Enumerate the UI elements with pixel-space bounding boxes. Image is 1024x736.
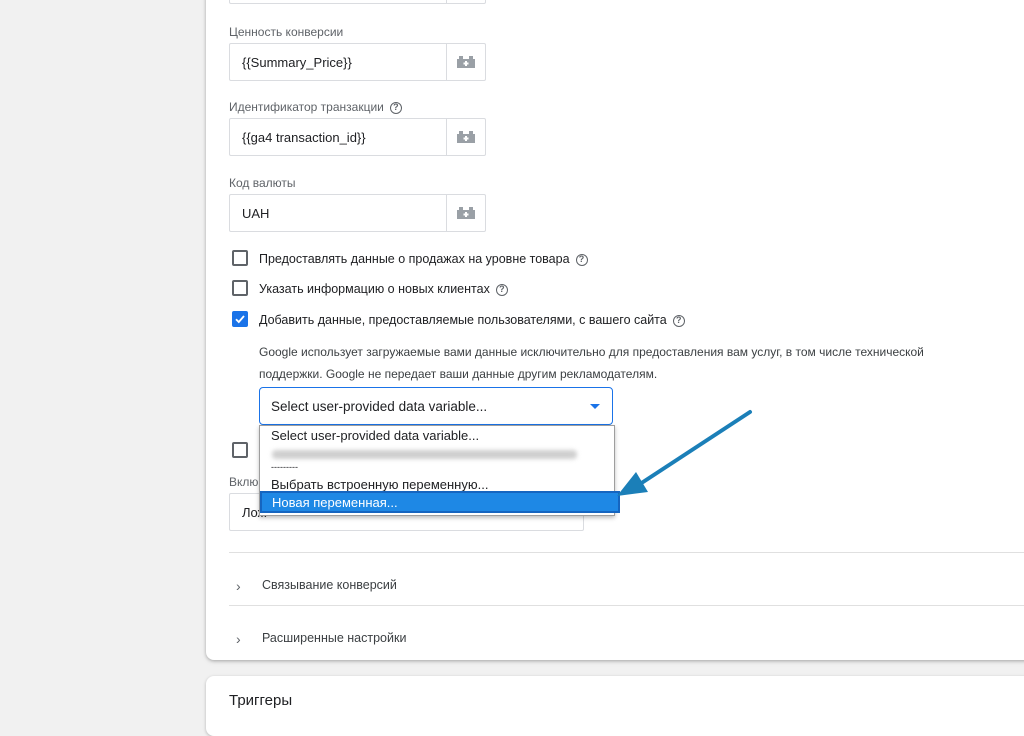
variable-picker-button[interactable] [446, 0, 485, 3]
hidden-checkbox[interactable] [232, 442, 248, 458]
help-icon[interactable]: ? [495, 283, 508, 296]
section-conversion-linking[interactable]: › Связывание конверсий [229, 566, 1019, 606]
variable-lego-icon [457, 207, 475, 219]
product-sales-data-checkbox[interactable] [232, 250, 248, 266]
option-separator: --------- [271, 462, 298, 472]
variable-lego-icon [457, 131, 475, 143]
select-option-new-variable[interactable]: Новая переменная... [260, 491, 620, 513]
dropdown-caret-icon [590, 404, 600, 409]
section-label: Связывание конверсий [262, 578, 397, 592]
section-label: Расширенные настройки [262, 631, 407, 645]
section-advanced-settings[interactable]: › Расширенные настройки [229, 619, 1019, 659]
conversion-value-input[interactable]: {{Summary_Price}} [229, 43, 486, 81]
new-customer-checkbox[interactable] [232, 280, 248, 296]
chevron-right-icon: › [236, 578, 241, 594]
triggers-card[interactable]: Триггеры [206, 676, 1024, 736]
checkmark-icon [235, 315, 245, 324]
chevron-right-icon: › [236, 631, 241, 647]
transaction-id-text: {{ga4 transaction_id}} [242, 130, 366, 145]
new-customer-label: Указать информацию о новых клиентах? [259, 282, 508, 296]
user-provided-data-checkbox[interactable] [232, 311, 248, 327]
help-icon[interactable]: ? [575, 253, 588, 266]
user-provided-data-label: Добавить данные, предоставляемые пользов… [259, 313, 685, 327]
product-sales-data-label: Предоставлять данные о продажах на уровн… [259, 252, 588, 266]
conversion-value-label: Ценность конверсии [229, 25, 344, 39]
select-dropdown-list: Select user-provided data variable... --… [259, 425, 620, 516]
select-option[interactable]: Select user-provided data variable... [271, 428, 479, 443]
top-partial-input[interactable] [229, 0, 486, 4]
section-divider [229, 605, 1024, 606]
transaction-id-input[interactable]: {{ga4 transaction_id}} [229, 118, 486, 156]
user-data-variable-select[interactable]: Select user-provided data variable... [259, 387, 613, 425]
conversion-value-text: {{Summary_Price}} [242, 55, 352, 70]
tag-config-card [206, 0, 1024, 660]
transaction-id-label: Идентификатор транзакции? [229, 100, 402, 114]
currency-code-label: Код валюты [229, 176, 296, 190]
section-divider [229, 552, 1024, 553]
user-data-description: Google использует загружаемые вами данны… [259, 345, 924, 381]
currency-code-input[interactable]: UAH [229, 194, 486, 232]
select-option-builtin-variable[interactable]: Выбрать встроенную переменную... [271, 477, 488, 492]
variable-picker-button[interactable] [446, 119, 485, 155]
triggers-title: Триггеры [229, 692, 293, 709]
help-icon[interactable]: ? [389, 101, 402, 114]
currency-code-text: UAH [242, 206, 270, 221]
variable-picker-button[interactable] [446, 44, 485, 80]
blurred-option[interactable] [272, 450, 577, 459]
select-current-value: Select user-provided data variable... [271, 399, 488, 414]
variable-picker-button[interactable] [446, 195, 485, 231]
variable-lego-icon [457, 56, 475, 68]
hidden-field-label: Вклю [229, 475, 259, 489]
help-icon[interactable]: ? [672, 314, 685, 327]
